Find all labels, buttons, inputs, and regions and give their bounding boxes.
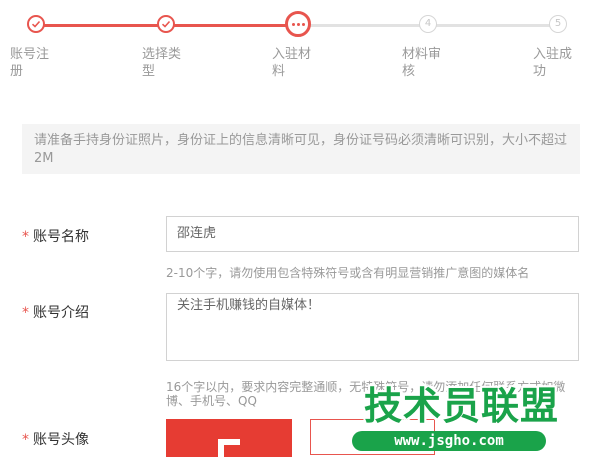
upload-notice: 请准备手持身份证照片，身份证上的信息清晰可见，身份证号码必须清晰可识别，大小不超… xyxy=(22,124,580,174)
step-3-label: 入驻材料 xyxy=(272,47,312,79)
progress-stepper: 4 5 账号注册 选择类型 入驻材料 材料审核 入驻成功 xyxy=(0,0,590,90)
watermark-url: www.jsgho.com xyxy=(352,431,546,451)
account-name-hint: 2-10个字，请勿使用包含特殊符号或含有明显营销推广意图的媒体名 xyxy=(166,266,530,280)
account-name-label-text: 账号名称 xyxy=(33,229,89,245)
account-intro-textarea[interactable]: 关注手机赚钱的自媒体！ xyxy=(166,293,579,361)
step-5-number: 5 xyxy=(549,15,567,33)
step-3-ellipsis-icon xyxy=(285,11,311,37)
required-mark: * xyxy=(22,229,29,245)
account-intro-label-text: 账号介绍 xyxy=(33,305,89,321)
required-mark: * xyxy=(22,432,29,448)
avatar-preview-image xyxy=(166,419,292,457)
account-avatar-label: * 账号头像 xyxy=(22,429,89,449)
watermark-title: 技术员联盟 xyxy=(364,384,560,428)
step-1-check-icon xyxy=(27,15,45,33)
step-1-label: 账号注册 xyxy=(10,47,50,79)
account-avatar-label-text: 账号头像 xyxy=(33,432,89,448)
step-4-label: 材料审核 xyxy=(402,47,442,79)
step-4-number: 4 xyxy=(419,15,437,33)
step-5-label: 入驻成功 xyxy=(533,47,573,79)
account-name-label: * 账号名称 xyxy=(22,226,89,246)
site-watermark: 技术员联盟 www.jsgho.com xyxy=(352,384,582,454)
account-name-input[interactable]: 邵连虎 xyxy=(166,216,579,252)
account-intro-label: * 账号介绍 xyxy=(22,302,89,322)
required-mark: * xyxy=(22,305,29,321)
step-2-check-icon xyxy=(157,15,175,33)
step-2-label: 选择类型 xyxy=(142,47,182,79)
